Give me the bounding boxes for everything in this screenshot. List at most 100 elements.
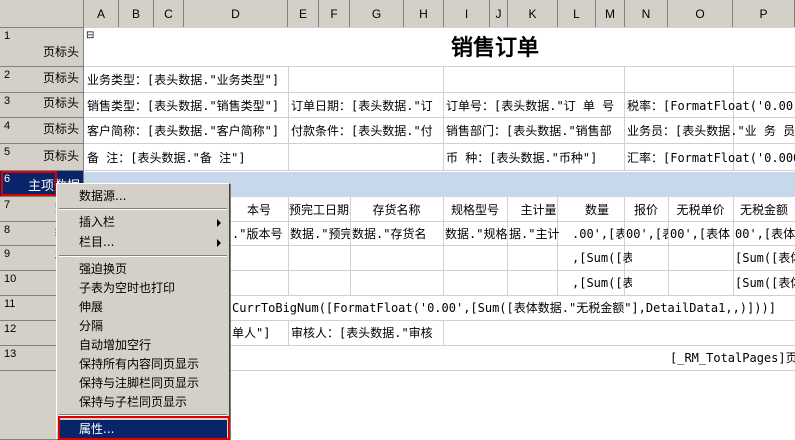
menu-item-label: 子表为空时也打印	[79, 281, 176, 295]
detail-data-cell[interactable]: 00',[表	[624, 222, 668, 246]
detail-data-cell[interactable]: ."版本号	[230, 222, 288, 246]
detail-header-cell[interactable]: 数量	[570, 198, 624, 222]
cell-sales-dept[interactable]: 销售部门：[表头数据."销售部	[444, 119, 624, 143]
detail-header-cell[interactable]: 报价	[624, 198, 668, 222]
grid-corner[interactable]	[0, 0, 84, 28]
row-number: 5	[4, 146, 11, 158]
collapse-toggle-icon[interactable]: ⊟	[86, 30, 94, 42]
column-header-j[interactable]: J	[490, 0, 508, 28]
cell-sum-qty-10[interactable]: ,[Sum([表	[570, 271, 632, 295]
row-number: 12	[4, 323, 17, 335]
cell-reviewed-by[interactable]: 审核人：[表头数据."审核	[289, 321, 443, 345]
context-menu[interactable]: 数据源... 插入栏栏目... 强迫换页子表为空时也打印 伸展分隔自动增加空行保持所有…	[56, 183, 230, 440]
cell-business-type[interactable]: 业务类型：[表头数据."业务类型"]	[85, 68, 288, 92]
detail-header-cell[interactable]: 主计量	[507, 198, 570, 222]
row-number: 11	[4, 298, 16, 310]
column-header-b[interactable]: B	[119, 0, 154, 28]
menu-item-label: 强迫换页	[79, 262, 128, 276]
cell-tax-rate[interactable]: 税率：[FormatFloat('0.00',	[625, 94, 795, 118]
menu-item[interactable]: 自动增加空行	[59, 336, 227, 355]
cell-remarks[interactable]: 备 注：[表头数据."备 注"]	[85, 146, 443, 170]
column-header-n[interactable]: N	[625, 0, 668, 28]
menu-item-label: 保持与子栏同页显示	[79, 395, 188, 409]
cell-amount-in-words[interactable]: CurrToBigNum([FormatFloat('0.00',[Sum([表…	[230, 296, 795, 320]
row-header-4[interactable]: 4 页标头	[0, 118, 84, 144]
detail-header-cell[interactable]: 本号	[230, 198, 288, 222]
row-number: 3	[4, 95, 11, 107]
cell-sum-qty-9[interactable]: ,[Sum([表	[570, 246, 632, 270]
menu-item[interactable]: 插入栏	[59, 213, 227, 232]
cell-payment-terms[interactable]: 付款条件：[表头数据."付	[289, 119, 443, 143]
band-type-label: 页标头	[42, 96, 79, 110]
menu-item[interactable]: 子表为空时也打印	[59, 279, 227, 298]
row-header-2[interactable]: 2 页标头	[0, 67, 84, 93]
column-header-m[interactable]: M	[596, 0, 625, 28]
column-header-e[interactable]: E	[288, 0, 319, 28]
cell-sum-amount-10[interactable]: [Sum([表体	[733, 271, 795, 295]
menu-item-label: 自动增加空行	[79, 338, 152, 352]
column-header-l[interactable]: L	[558, 0, 596, 28]
grid-line	[84, 92, 795, 93]
row-header-highlight	[1, 171, 57, 196]
column-header-f[interactable]: F	[319, 0, 350, 28]
menu-item[interactable]: 栏目...	[59, 233, 227, 252]
menu-item[interactable]: 分隔	[59, 317, 227, 336]
column-header-i[interactable]: I	[444, 0, 490, 28]
menu-item[interactable]: 数据源...	[59, 187, 227, 206]
detail-data-cell[interactable]: 数据."预完工	[288, 222, 350, 246]
detail-header-cell[interactable]: 存货名称	[350, 198, 443, 222]
column-header-h[interactable]: H	[404, 0, 444, 28]
submenu-arrow-icon	[217, 219, 221, 227]
menu-item-label: 保持所有内容同页显示	[79, 357, 200, 371]
menu-item-label: 栏目...	[79, 235, 115, 249]
cell-sales-type[interactable]: 销售类型：[表头数据."销售类型"]	[85, 94, 288, 118]
detail-data-cell[interactable]: .00',[表	[570, 222, 624, 246]
row-header-5[interactable]: 5 页标头	[0, 144, 84, 171]
row-header-1[interactable]: 1 页标头	[0, 28, 84, 67]
row-number: 13	[4, 348, 17, 360]
detail-data-cell[interactable]: 00',[表体数	[733, 222, 795, 246]
column-header-a[interactable]: A	[84, 0, 119, 28]
detail-data-cell[interactable]: 据."主计	[507, 222, 570, 246]
column-header-p[interactable]: P	[733, 0, 795, 28]
row-number: 9	[4, 248, 11, 260]
column-header-k[interactable]: K	[508, 0, 558, 28]
grid-line	[84, 143, 795, 144]
cell-order-number[interactable]: 订单号：[表头数据."订 单 号	[444, 94, 624, 118]
column-header-d[interactable]: D	[184, 0, 288, 28]
row-number: 7	[4, 199, 11, 211]
detail-data-cell[interactable]: 00',[表体	[668, 222, 733, 246]
detail-header-cell[interactable]: 无税单价	[668, 198, 733, 222]
band-type-label: 页标头	[42, 45, 79, 59]
detail-header-cell[interactable]: 无税金额	[733, 198, 795, 222]
menu-item-label: 伸展	[79, 300, 104, 314]
detail-data-cell[interactable]: 数据."规格	[443, 222, 507, 246]
detail-data-cell[interactable]: 数据."存货名	[350, 222, 443, 246]
menu-item[interactable]: 强迫换页	[59, 260, 227, 279]
column-header-g[interactable]: G	[350, 0, 404, 28]
detail-header-cell[interactable]: 规格型号	[443, 198, 507, 222]
menu-item[interactable]: 保持与子栏同页显示	[59, 393, 227, 412]
menu-item-label: 数据源...	[79, 189, 127, 203]
cell-sum-amount-9[interactable]: [Sum([表体	[733, 246, 795, 270]
cell-order-date[interactable]: 订单日期：[表头数据."订	[289, 94, 443, 118]
cell-prepared-by[interactable]: 单人"]	[230, 321, 288, 345]
row-header-3[interactable]: 3 页标头	[0, 93, 84, 118]
grid-line	[84, 66, 795, 67]
detail-header-cell[interactable]: 预完工日期	[288, 198, 350, 222]
menu-item[interactable]: 伸展	[59, 298, 227, 317]
menu-item[interactable]: 保持所有内容同页显示	[59, 355, 227, 374]
column-header-c[interactable]: C	[154, 0, 184, 28]
cell-salesperson[interactable]: 业务员：[表头数据."业 务 员	[625, 119, 795, 143]
column-header-o[interactable]: O	[668, 0, 733, 28]
band-type-label: 页标头	[42, 71, 79, 85]
properties-item-highlight	[58, 416, 230, 440]
cell-customer-abbr[interactable]: 客户简称：[表头数据."客户简称"]	[85, 119, 288, 143]
band-type-label: 页标头	[42, 122, 79, 136]
grid-line	[443, 321, 444, 346]
row-number: 8	[4, 224, 11, 236]
cell-total-pages[interactable]: [_RM_TotalPages]页	[668, 346, 795, 370]
menu-item[interactable]: 保持与注脚栏同页显示	[59, 374, 227, 393]
cell-currency[interactable]: 币 种：[表头数据."币种"]	[444, 146, 624, 170]
cell-exchange-rate[interactable]: 汇率：[FormatFloat('0.000	[625, 146, 795, 170]
